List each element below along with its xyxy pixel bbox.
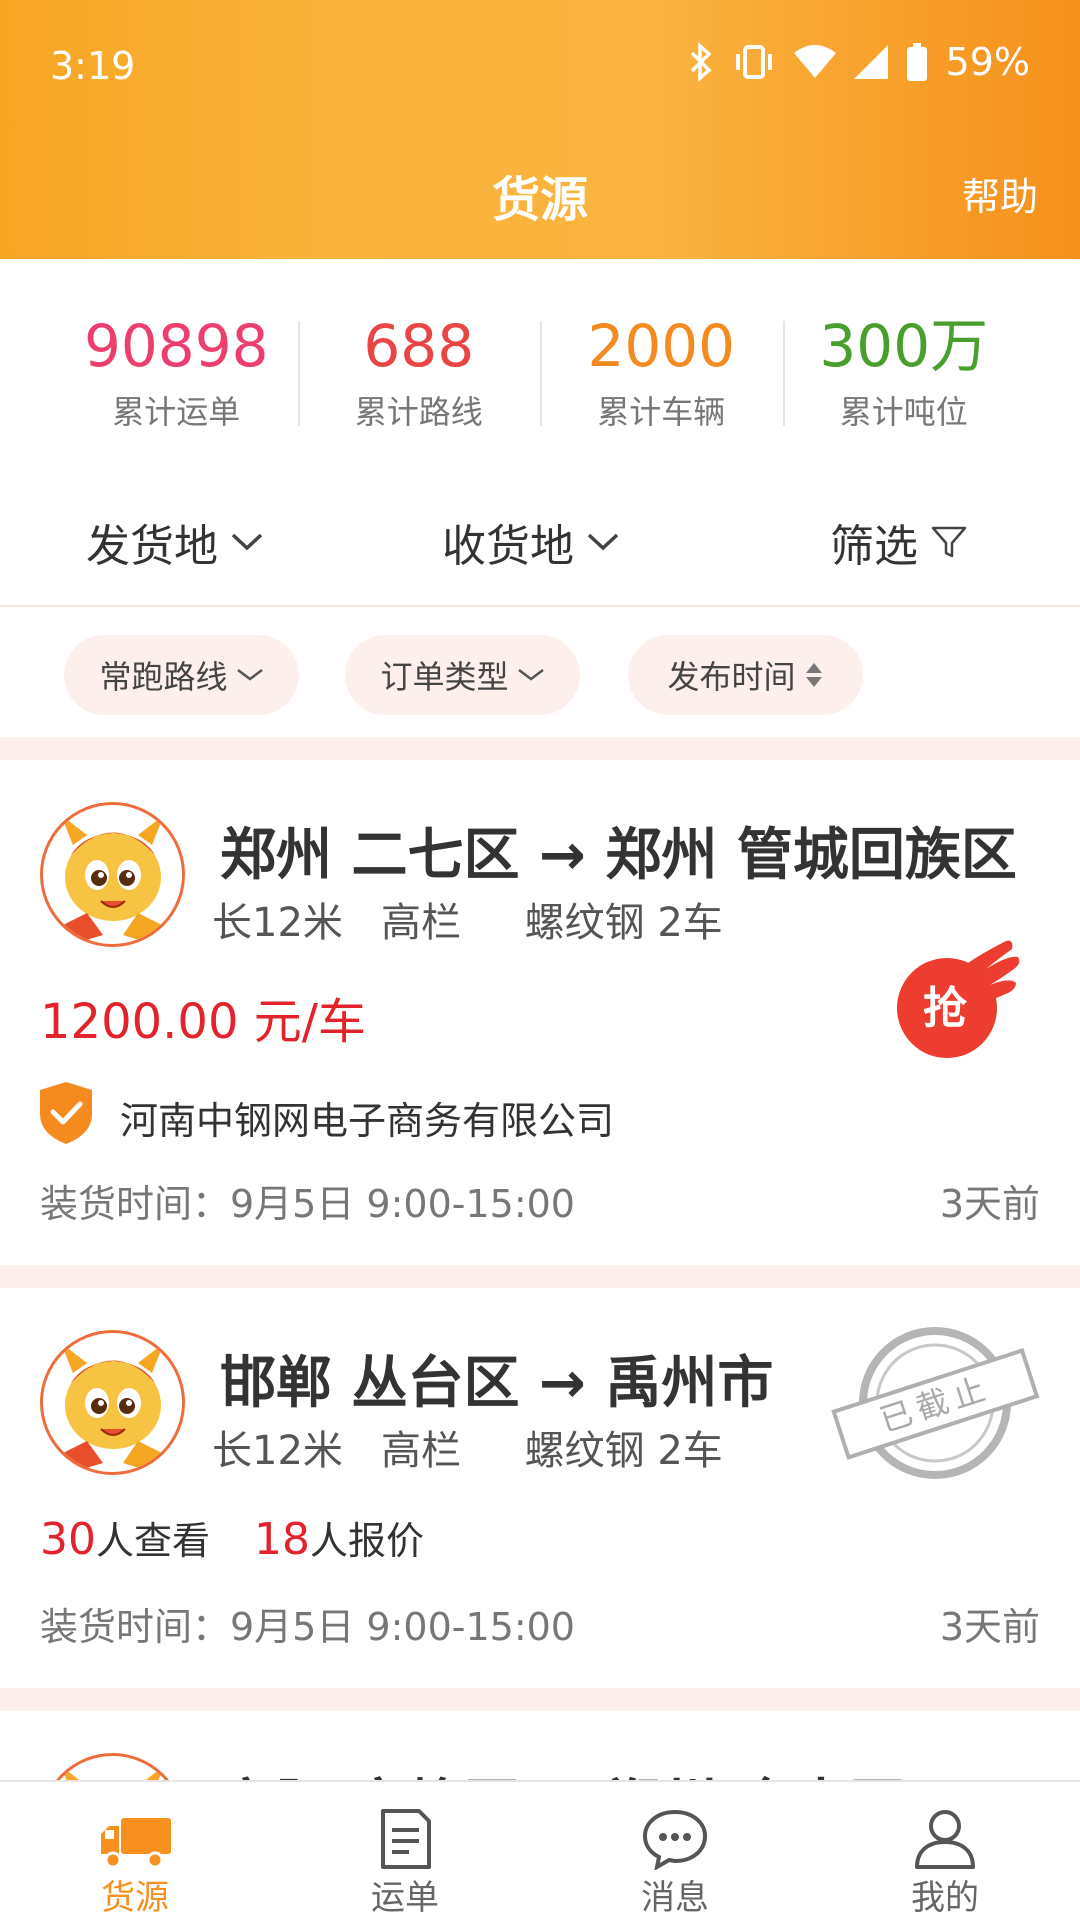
chip-order-type-label: 订单类型 [380, 658, 509, 696]
wifi-icon [793, 45, 836, 79]
screen-filter-label: 筛选 [830, 521, 918, 572]
origin-filter-label: 发货地 [86, 521, 218, 572]
price: 1200.00 元/车 [40, 994, 366, 1050]
load-time: 装货时间：9月5日 9:00-15:00 [40, 1182, 575, 1226]
company-name: 河南中钢网电子商务有限公司 [120, 1099, 615, 1143]
load-time: 装货时间：9月5日 9:00-15:00 [40, 1605, 575, 1649]
divider [0, 1688, 1080, 1711]
filter-bar: 发货地 收货地 筛选 [0, 480, 1080, 607]
tab-messages-label: 消息 [641, 1878, 709, 1918]
funnel-icon [931, 526, 967, 558]
origin-filter[interactable]: 发货地 [86, 510, 264, 574]
tab-profile-label: 我的 [911, 1878, 979, 1918]
message-icon [642, 1809, 708, 1870]
stats-bar: 90898 累计运单 688 累计路线 2000 累计车辆 300万 累计吨位 [0, 259, 1080, 449]
tab-profile[interactable]: 我的 [810, 1782, 1080, 1922]
chevron-down-icon [236, 669, 263, 681]
chevron-down-icon [587, 533, 619, 551]
stat-value: 90898 [83, 312, 269, 380]
quotes-label: 人报价 [310, 1519, 425, 1563]
chip-publish-time[interactable]: 发布时间 [628, 635, 863, 715]
sort-icon [805, 663, 822, 687]
stat-total-routes: 688 累计路线 [297, 259, 541, 449]
chip-publish-time-label: 发布时间 [667, 658, 796, 696]
waybill-icon [381, 1809, 431, 1869]
battery-icon [906, 43, 928, 81]
avatar [40, 802, 185, 947]
destination-filter-label: 收货地 [442, 521, 574, 572]
divider [0, 737, 1080, 760]
avatar [40, 1330, 185, 1475]
truck-icon [101, 1818, 171, 1869]
quotes-count: 18 [254, 1514, 311, 1565]
help-button[interactable]: 帮助 [962, 166, 1038, 221]
profile-icon [915, 1810, 975, 1869]
tab-messages[interactable]: 消息 [540, 1782, 810, 1922]
status-bar: 3:19 59% [0, 0, 1080, 130]
bluetooth-icon [688, 42, 714, 82]
posted-ago: 3天前 [939, 1182, 1040, 1226]
battery-percent: 59% [945, 40, 1030, 84]
stat-label: 累计车辆 [597, 393, 726, 431]
app-header: 3:19 59% 货源 帮助 [0, 0, 1080, 259]
cargo-card[interactable]: 郑州 二七区 → 郑州 管城回族区 长12米 高栏 螺纹钢 2车 1200.00… [0, 760, 1080, 1265]
page-title: 货源 [491, 172, 588, 228]
cargo-specs: 长12米 高栏 螺纹钢 2车 [212, 1428, 723, 1474]
tab-cargo-label: 货源 [101, 1878, 169, 1918]
route-text: 邯郸 丛台区 → 禹州市 [220, 1351, 774, 1416]
stat-total-tonnage: 300万 累计吨位 [782, 259, 1026, 449]
verified-shield-icon [38, 1080, 94, 1146]
bottom-tab-bar: 货源 运单 消息 我的 [0, 1780, 1080, 1922]
chip-order-type[interactable]: 订单类型 [345, 635, 580, 715]
view-stats: 30人查看 18人报价 [40, 1510, 424, 1565]
stat-value: 300万 [819, 312, 989, 380]
stat-label: 累计运单 [112, 393, 241, 431]
cargo-card[interactable]: 邯郸 丛台区 → 禹州市 长12米 高栏 螺纹钢 2车 已截止 30人查看 18人… [0, 1288, 1080, 1688]
stat-total-vehicles: 2000 累计车辆 [540, 259, 783, 449]
divider [0, 1265, 1080, 1288]
chip-route[interactable]: 常跑路线 [64, 635, 299, 715]
grab-label: 抢 [923, 983, 968, 1034]
chip-bar: 常跑路线 订单类型 发布时间 [0, 605, 1080, 735]
chevron-down-icon [517, 669, 544, 681]
tab-waybill[interactable]: 运单 [270, 1782, 540, 1922]
avatar [40, 1753, 185, 1780]
posted-ago: 3天前 [939, 1605, 1040, 1649]
cargo-card[interactable]: 安阳 文峰区 → 郑州 金水区 [0, 1711, 1080, 1780]
chip-route-label: 常跑路线 [99, 658, 228, 696]
signal-icon [853, 45, 888, 79]
tab-waybill-label: 运单 [371, 1878, 439, 1918]
stat-value: 2000 [587, 312, 736, 380]
cargo-specs: 长12米 高栏 螺纹钢 2车 [212, 900, 723, 946]
views-label: 人查看 [96, 1519, 211, 1563]
grab-button[interactable]: 抢 [890, 935, 1030, 1065]
destination-filter[interactable]: 收货地 [442, 510, 620, 574]
route-text: 安阳 文峰区 → 郑州 金水区 [220, 1761, 905, 1780]
screen-filter[interactable]: 筛选 [830, 510, 968, 574]
views-count: 30 [40, 1514, 96, 1565]
route-text: 郑州 二七区 → 郑州 管城回族区 [220, 823, 1017, 888]
stat-value: 688 [363, 312, 475, 380]
status-time: 3:19 [50, 44, 136, 88]
expired-stamp: 已截止 [830, 1318, 1040, 1488]
chevron-down-icon [231, 533, 263, 551]
vibrate-icon [732, 44, 776, 80]
tab-cargo[interactable]: 货源 [0, 1782, 270, 1922]
stat-label: 累计吨位 [839, 393, 968, 431]
stat-label: 累计路线 [354, 393, 483, 431]
stat-total-orders: 90898 累计运单 [55, 259, 298, 449]
